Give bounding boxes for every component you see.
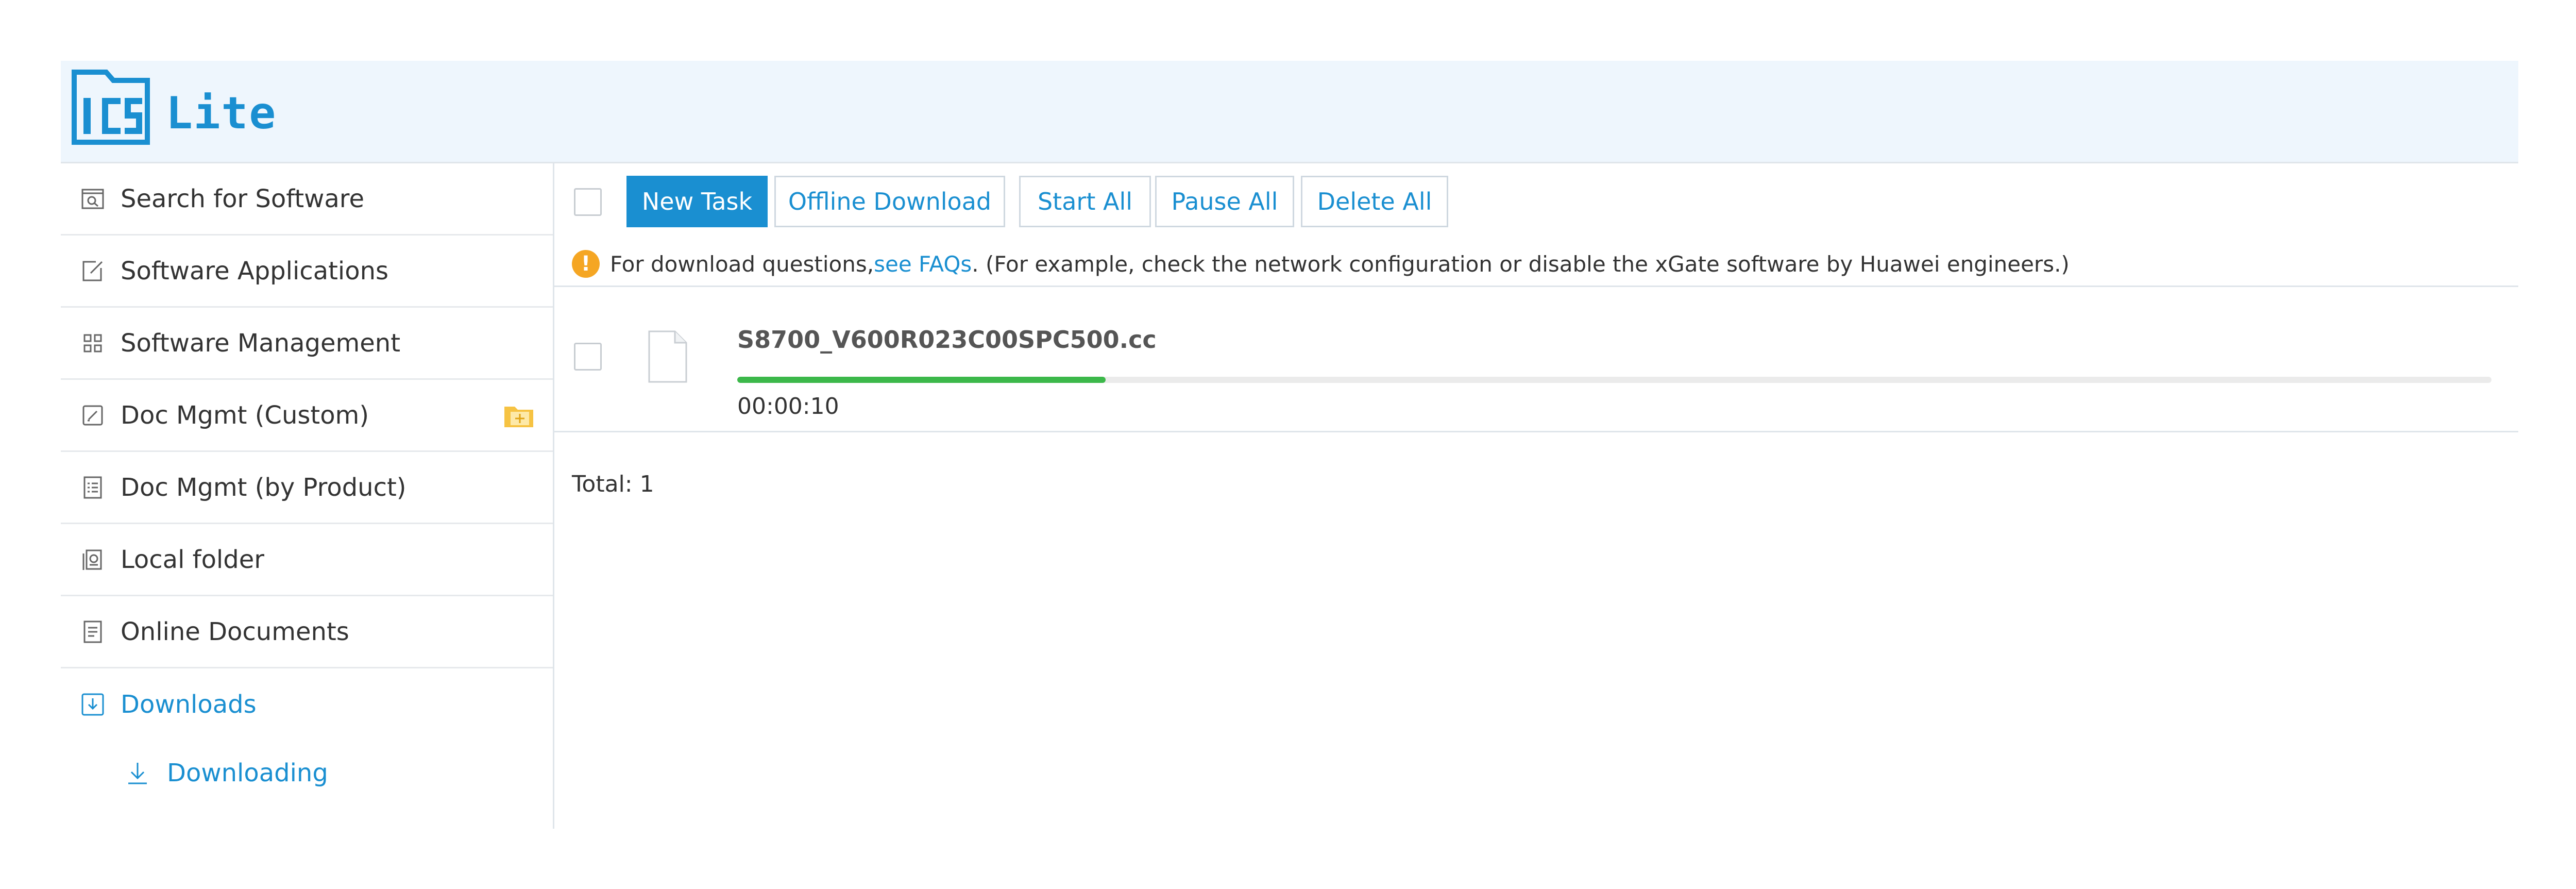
sidebar-item-software-management[interactable]: Software Management xyxy=(61,308,553,380)
grid-icon xyxy=(77,328,108,359)
pencil-square-icon xyxy=(77,400,108,431)
edit-icon xyxy=(77,256,108,287)
sidebar-item-label: Downloads xyxy=(121,690,257,719)
document-list-icon xyxy=(77,472,108,503)
task-checkbox[interactable] xyxy=(574,343,602,371)
new-task-button[interactable]: New Task xyxy=(626,176,768,227)
notice-prefix: For download questions, xyxy=(610,251,874,277)
faq-link[interactable]: see FAQs xyxy=(874,251,972,277)
total-count: Total: 1 xyxy=(572,471,654,497)
sidebar-subitem-label: Downloading xyxy=(167,758,328,787)
online-document-icon xyxy=(77,616,108,647)
sidebar-item-label: Software Management xyxy=(121,328,401,358)
task-file-name: S8700_V600R023C00SPC500.cc xyxy=(737,326,1157,354)
pause-all-button[interactable]: Pause All xyxy=(1155,176,1294,227)
sidebar-item-label: Local folder xyxy=(121,545,264,574)
select-all-checkbox[interactable] xyxy=(574,188,602,216)
download-notice: ! For download questions, see FAQs . (Fo… xyxy=(572,250,2070,278)
sidebar: Search for Software Software Application… xyxy=(61,163,554,829)
notice-suffix: . (For example, check the network config… xyxy=(972,251,2070,277)
sidebar-item-online-documents[interactable]: Online Documents xyxy=(61,596,553,668)
ics-lite-app: Lite Search for Software Software Applic… xyxy=(61,61,2518,829)
ics-logo-icon xyxy=(72,70,150,145)
sidebar-item-software-applications[interactable]: Software Applications xyxy=(61,236,553,308)
sidebar-item-downloads[interactable]: Downloads xyxy=(61,668,553,741)
file-icon xyxy=(648,330,687,383)
sidebar-item-label: Search for Software xyxy=(121,184,365,213)
download-arrow-icon xyxy=(124,759,151,787)
sidebar-item-local-folder[interactable]: Local folder xyxy=(61,524,553,596)
offline-download-button[interactable]: Offline Download xyxy=(774,176,1005,227)
delete-all-button[interactable]: Delete All xyxy=(1301,176,1448,227)
sidebar-item-search-for-software[interactable]: Search for Software xyxy=(61,163,553,236)
downloads-panel: New Task Offline Download Start All Paus… xyxy=(554,163,2518,829)
download-toolbar: New Task Offline Download Start All Paus… xyxy=(554,163,2518,287)
download-box-icon xyxy=(77,689,108,720)
search-window-icon xyxy=(77,183,108,214)
local-folder-icon xyxy=(77,544,108,575)
add-folder-icon[interactable] xyxy=(503,404,534,434)
task-progress-bar xyxy=(737,377,2492,383)
app-logo: Lite xyxy=(70,69,277,146)
app-header: Lite xyxy=(61,61,2518,163)
start-all-button[interactable]: Start All xyxy=(1019,176,1151,227)
sidebar-item-label: Online Documents xyxy=(121,617,349,646)
app-title: Lite xyxy=(166,88,277,139)
sidebar-item-label: Doc Mgmt (by Product) xyxy=(121,473,406,502)
sidebar-item-label: Software Applications xyxy=(121,256,389,286)
warning-icon: ! xyxy=(572,250,600,278)
task-elapsed-time: 00:00:10 xyxy=(737,393,839,420)
sidebar-item-label: Doc Mgmt (Custom) xyxy=(121,400,369,430)
download-task-row: S8700_V600R023C00SPC500.cc 00:00:10 xyxy=(554,287,2518,432)
sidebar-item-doc-mgmt-custom[interactable]: Doc Mgmt (Custom) xyxy=(61,380,553,452)
sidebar-item-doc-mgmt-by-product[interactable]: Doc Mgmt (by Product) xyxy=(61,452,553,524)
sidebar-subitem-downloading[interactable]: Downloading xyxy=(61,741,553,805)
task-progress-fill xyxy=(737,377,1106,383)
